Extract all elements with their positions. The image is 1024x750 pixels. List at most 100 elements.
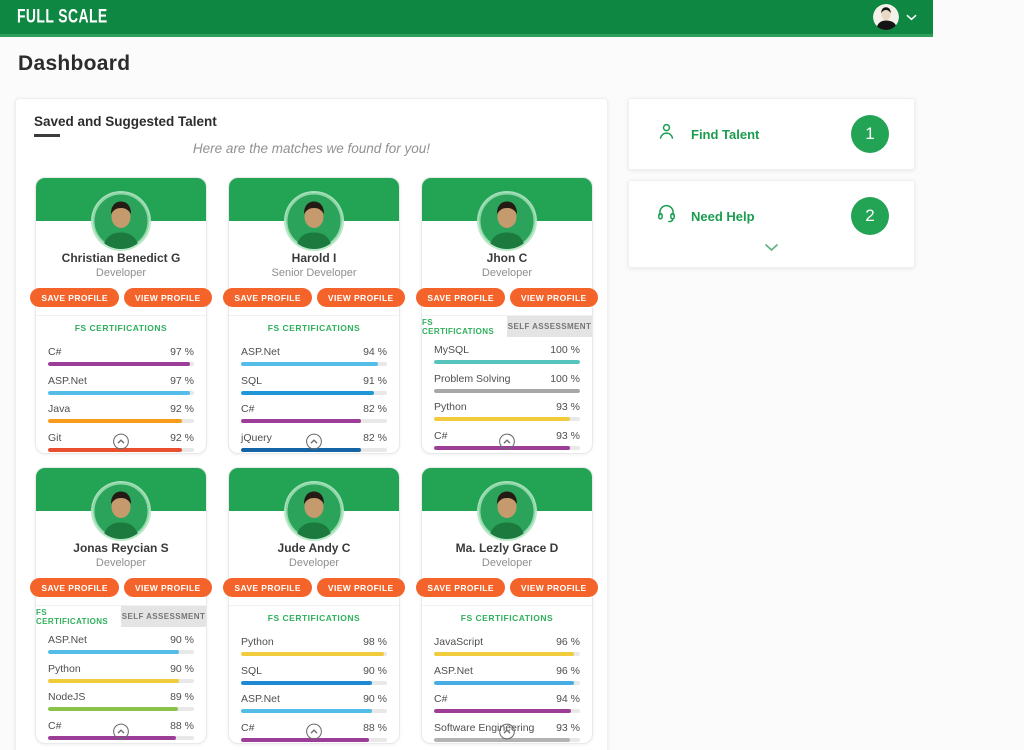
skill-tabs: FS CERTIFICATIONS SELF ASSESSMENT	[36, 606, 206, 627]
skill-row: NodeJS 89 %	[48, 691, 194, 711]
skill-bar-track	[48, 391, 194, 395]
skill-label: SQL	[241, 375, 262, 387]
skill-percent: 88 %	[363, 722, 387, 734]
tab-fs-certifications[interactable]: FS CERTIFICATIONS	[36, 606, 121, 627]
save-profile-button[interactable]: SAVE PROFILE	[30, 288, 119, 307]
skill-bar-track	[434, 709, 580, 713]
need-help-panel[interactable]: Need Help 2	[628, 180, 915, 268]
talent-name: Ma. Lezly Grace D	[422, 541, 592, 555]
tab-self-assessment[interactable]: SELF ASSESSMENT	[121, 606, 206, 627]
top-navbar: FULL SCALE	[0, 0, 933, 37]
skill-bar-fill	[48, 650, 179, 654]
skill-percent: 92 %	[170, 432, 194, 444]
skill-label: Git	[48, 432, 61, 444]
talent-title: Senior Developer	[229, 267, 399, 279]
skill-percent: 93 %	[556, 722, 580, 734]
skill-label: Python	[434, 401, 467, 413]
view-profile-button[interactable]: VIEW PROFILE	[317, 578, 405, 597]
talent-name: Harold I	[229, 251, 399, 265]
skill-bar-fill	[241, 391, 374, 395]
skill-percent: 82 %	[363, 403, 387, 415]
skill-percent: 98 %	[363, 636, 387, 648]
fullscale-logo[interactable]: FULL SCALE	[17, 6, 108, 28]
fs-certifications-label: FS CERTIFICATIONS	[229, 316, 399, 339]
skill-row: JavaScript 96 %	[434, 636, 580, 656]
skill-row: Python 98 %	[241, 636, 387, 656]
collapse-card-button[interactable]	[113, 723, 130, 740]
skill-row: ASP.Net 90 %	[241, 693, 387, 713]
tab-fs-certifications[interactable]: FS CERTIFICATIONS	[422, 316, 507, 337]
skill-label: Problem Solving	[434, 373, 510, 385]
skill-label: C#	[241, 403, 254, 415]
skills-section: FS CERTIFICATIONS SELF ASSESSMENT FS CER…	[36, 605, 206, 740]
need-help-expand-chevron-icon[interactable]	[629, 243, 914, 252]
skill-label: Software Engineering	[434, 722, 534, 734]
save-profile-button[interactable]: SAVE PROFILE	[30, 578, 119, 597]
view-profile-button[interactable]: VIEW PROFILE	[317, 288, 405, 307]
profile-buttons: SAVE PROFILE VIEW PROFILE	[36, 578, 206, 597]
skill-label: SQL	[241, 665, 262, 677]
skill-percent: 96 %	[556, 636, 580, 648]
view-profile-button[interactable]: VIEW PROFILE	[510, 288, 598, 307]
skill-label: C#	[48, 346, 61, 358]
skill-bar-track	[241, 362, 387, 366]
talent-avatar	[93, 483, 149, 539]
skill-bar-fill	[434, 709, 571, 713]
skill-label: ASP.Net	[48, 375, 87, 387]
skill-bar-fill	[241, 419, 361, 423]
panel-title: Saved and Suggested Talent	[34, 114, 607, 129]
skill-row: Problem Solving 100 %	[434, 373, 580, 393]
skill-bar-track	[48, 419, 194, 423]
talent-card: Jude Andy C Developer SAVE PROFILE VIEW …	[228, 467, 400, 744]
skill-bar-fill	[434, 389, 580, 393]
page-title: Dashboard	[18, 52, 130, 76]
skill-bar-fill	[48, 362, 190, 366]
skill-row: ASP.Net 97 %	[48, 375, 194, 395]
skill-percent: 100 %	[550, 344, 580, 356]
save-profile-button[interactable]: SAVE PROFILE	[416, 288, 505, 307]
skill-bar-track	[241, 391, 387, 395]
skill-bar-fill	[241, 681, 372, 685]
talent-name: Jude Andy C	[229, 541, 399, 555]
find-talent-panel[interactable]: Find Talent 1	[628, 98, 915, 170]
collapse-card-button[interactable]	[113, 433, 130, 450]
skill-bar-track	[48, 707, 194, 711]
headset-icon	[656, 203, 677, 229]
view-profile-button[interactable]: VIEW PROFILE	[124, 288, 212, 307]
talent-avatar	[479, 483, 535, 539]
collapse-card-button[interactable]	[499, 433, 516, 450]
view-profile-button[interactable]: VIEW PROFILE	[510, 578, 598, 597]
save-profile-button[interactable]: SAVE PROFILE	[223, 288, 312, 307]
user-menu-chevron-icon[interactable]	[906, 8, 917, 26]
skill-percent: 97 %	[170, 375, 194, 387]
talent-name: Christian Benedict G	[36, 251, 206, 265]
view-profile-button[interactable]: VIEW PROFILE	[124, 578, 212, 597]
user-menu[interactable]	[873, 4, 917, 30]
collapse-card-button[interactable]	[306, 433, 323, 450]
skill-percent: 89 %	[170, 691, 194, 703]
person-icon	[656, 121, 677, 147]
skill-bar-track	[241, 419, 387, 423]
profile-buttons: SAVE PROFILE VIEW PROFILE	[422, 288, 592, 307]
skill-bar-fill	[241, 652, 384, 656]
find-talent-label[interactable]: Find Talent	[691, 127, 759, 142]
skill-label: C#	[241, 722, 254, 734]
panel-title-underline	[34, 134, 60, 137]
collapse-card-button[interactable]	[306, 723, 323, 740]
skill-percent: 94 %	[556, 693, 580, 705]
skills-section: FS CERTIFICATIONS SELF ASSESSMENT FS CER…	[36, 315, 206, 452]
skill-label: Python	[48, 663, 81, 675]
save-profile-button[interactable]: SAVE PROFILE	[416, 578, 505, 597]
fs-certifications-label: FS CERTIFICATIONS	[422, 606, 592, 629]
saved-suggested-talent-panel: Saved and Suggested Talent Here are the …	[15, 98, 608, 750]
skill-label: C#	[48, 720, 61, 732]
talent-card: Jonas Reycian S Developer SAVE PROFILE V…	[35, 467, 207, 744]
skill-percent: 90 %	[363, 693, 387, 705]
skill-percent: 91 %	[363, 375, 387, 387]
user-avatar[interactable]	[873, 4, 899, 30]
skill-percent: 90 %	[170, 663, 194, 675]
tab-self-assessment[interactable]: SELF ASSESSMENT	[507, 316, 592, 337]
save-profile-button[interactable]: SAVE PROFILE	[223, 578, 312, 597]
need-help-label[interactable]: Need Help	[691, 209, 755, 224]
collapse-card-button[interactable]	[499, 723, 516, 740]
